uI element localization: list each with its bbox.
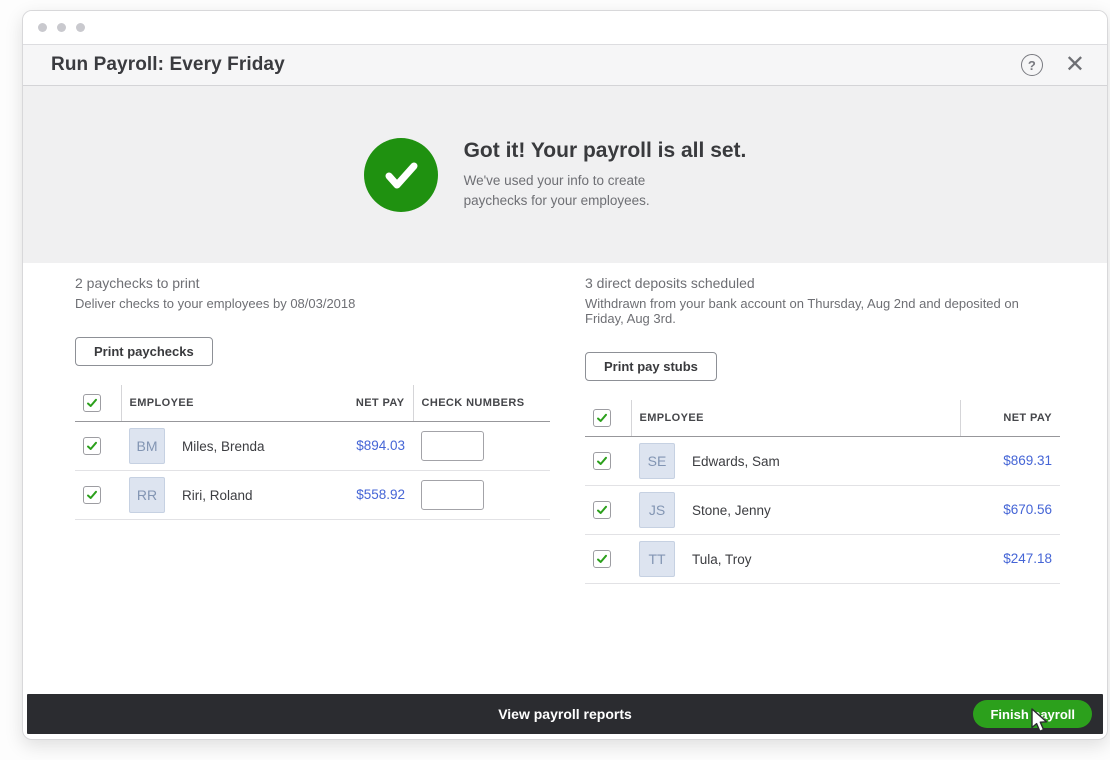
run-payroll-window: Run Payroll: Every Friday ? ✕ Got it! Yo… — [22, 10, 1108, 740]
employee-name: Stone, Jenny — [692, 502, 771, 518]
deposits-summary: 3 direct deposits scheduled — [585, 275, 755, 291]
paychecks-table: EMPLOYEE NET PAY CHECK NUMBERS BM Miles,… — [75, 385, 550, 520]
main-content: 2 paychecks to print Deliver checks to y… — [23, 263, 1107, 694]
close-icon[interactable]: ✕ — [1065, 53, 1085, 77]
employee-name: Edwards, Sam — [692, 453, 780, 469]
table-row: RR Riri, Roland $558.92 — [75, 470, 550, 520]
paychecks-detail: Deliver checks to your employees by 08/0… — [75, 296, 356, 311]
success-banner: Got it! Your payroll is all set. We've u… — [23, 86, 1107, 263]
view-payroll-reports-link[interactable]: View payroll reports — [498, 706, 632, 722]
direct-deposits-section: 3 direct deposits scheduled Withdrawn fr… — [585, 275, 1060, 694]
column-header-net-pay: NET PAY — [335, 385, 413, 422]
window-control-minimize[interactable] — [57, 23, 66, 32]
column-header-check-numbers: CHECK NUMBERS — [412, 385, 550, 422]
net-pay-value: $670.56 — [1003, 502, 1052, 517]
check-number-input[interactable] — [421, 431, 484, 461]
paychecks-summary: 2 paychecks to print — [75, 275, 200, 291]
net-pay-value: $894.03 — [356, 438, 405, 453]
direct-deposits-table: EMPLOYEE NET PAY SE Edwards, Sam $869.31… — [585, 400, 1060, 584]
avatar: JS — [639, 492, 675, 528]
avatar: TT — [639, 541, 675, 577]
window-control-zoom[interactable] — [76, 23, 85, 32]
checkmark-icon — [597, 554, 607, 563]
checkmark-icon — [87, 441, 97, 450]
table-row: JS Stone, Jenny $670.56 — [585, 485, 1060, 535]
row-checkbox[interactable] — [593, 501, 611, 519]
avatar: RR — [129, 477, 165, 513]
deposits-detail: Withdrawn from your bank account on Thur… — [585, 296, 1019, 326]
print-paychecks-button[interactable]: Print paychecks — [75, 337, 213, 366]
select-all-checkbox[interactable] — [83, 394, 101, 412]
column-header-employee: EMPLOYEE — [630, 400, 960, 437]
row-checkbox[interactable] — [83, 437, 101, 455]
success-heading: Got it! Your payroll is all set. — [463, 138, 747, 162]
checkmark-icon — [597, 505, 607, 514]
row-checkbox[interactable] — [593, 452, 611, 470]
employee-name: Riri, Roland — [182, 487, 253, 503]
column-header-employee: EMPLOYEE — [120, 385, 335, 422]
net-pay-value: $247.18 — [1003, 551, 1052, 566]
employee-name: Miles, Brenda — [182, 438, 265, 454]
avatar: BM — [129, 428, 165, 464]
checkmark-icon — [597, 413, 607, 422]
row-checkbox[interactable] — [593, 550, 611, 568]
checkmark-icon — [597, 456, 607, 465]
window-control-close[interactable] — [38, 23, 47, 32]
footer-bar: View payroll reports Finish payroll — [27, 694, 1103, 734]
table-row: TT Tula, Troy $247.18 — [585, 534, 1060, 584]
page-title: Run Payroll: Every Friday — [51, 54, 285, 75]
success-subtext: We've used your info to create paychecks… — [463, 172, 650, 208]
finish-payroll-button[interactable]: Finish payroll — [973, 700, 1092, 728]
select-all-checkbox[interactable] — [593, 409, 611, 427]
print-pay-stubs-button[interactable]: Print pay stubs — [585, 352, 717, 381]
checkmark-icon — [87, 398, 97, 407]
paychecks-section: 2 paychecks to print Deliver checks to y… — [75, 275, 550, 694]
row-checkbox[interactable] — [83, 486, 101, 504]
avatar: SE — [639, 443, 675, 479]
net-pay-value: $558.92 — [356, 487, 405, 502]
table-row: SE Edwards, Sam $869.31 — [585, 436, 1060, 486]
column-header-net-pay: NET PAY — [959, 400, 1060, 437]
window-titlebar — [23, 11, 1107, 44]
checkmark-icon — [87, 490, 97, 499]
dialog-header: Run Payroll: Every Friday ? ✕ — [23, 44, 1107, 86]
net-pay-value: $869.31 — [1003, 453, 1052, 468]
check-number-input[interactable] — [421, 480, 484, 510]
employee-name: Tula, Troy — [692, 551, 752, 567]
table-row: BM Miles, Brenda $894.03 — [75, 421, 550, 471]
success-check-icon — [363, 137, 438, 212]
help-icon[interactable]: ? — [1020, 54, 1043, 76]
